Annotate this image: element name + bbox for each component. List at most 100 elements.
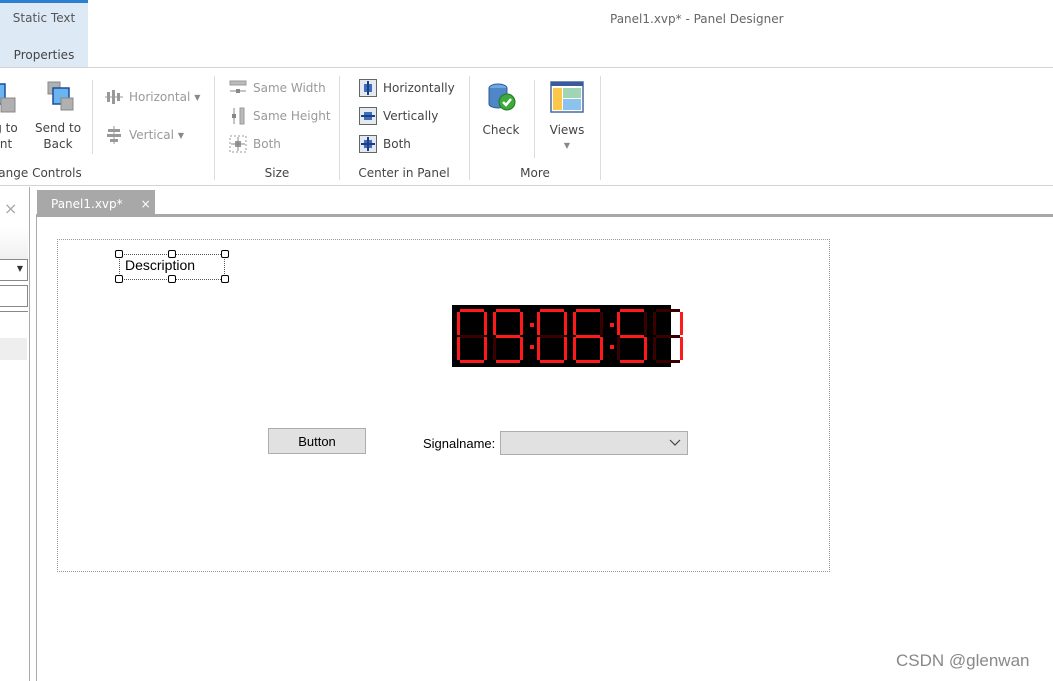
resize-handle[interactable]: [115, 250, 123, 258]
vertical-label: Vertical: [129, 128, 174, 142]
property-row-selected[interactable]: [0, 338, 27, 360]
segment-b: [644, 312, 647, 335]
resize-handle[interactable]: [168, 250, 176, 258]
center-horizontally-icon: [359, 79, 377, 97]
segment-d: [496, 360, 520, 363]
segment-f: [617, 312, 620, 335]
chevron-down-icon: [669, 439, 681, 446]
center-vertically-button[interactable]: Vertically: [359, 107, 438, 125]
segment-a: [656, 309, 680, 312]
group-label-size: Size: [264, 166, 290, 180]
object-selector-dropdown[interactable]: ▼: [0, 259, 28, 281]
segment-g: [496, 335, 520, 338]
segment-f: [493, 312, 496, 335]
chevron-down-icon: ▼: [16, 264, 23, 273]
segment-f: [537, 312, 540, 335]
resize-handle[interactable]: [168, 275, 176, 283]
same-size-both-button[interactable]: Both: [229, 135, 281, 153]
canvas-border: [36, 217, 37, 681]
segment-d: [540, 360, 564, 363]
check-label: Check: [482, 123, 520, 137]
send-to-back-button[interactable]: Send to Back: [33, 80, 83, 152]
segment-b: [600, 312, 603, 335]
separator: [469, 76, 470, 180]
segment-e: [457, 337, 460, 360]
center-both-button[interactable]: Both: [359, 135, 411, 153]
bring-to-front-button[interactable]: g to nt: [0, 80, 26, 152]
resize-handle[interactable]: [115, 275, 123, 283]
segment-f: [653, 312, 656, 335]
segment-g: [460, 335, 484, 338]
segment-f: [573, 312, 576, 335]
same-width-label: Same Width: [253, 81, 326, 95]
group-label-more: More: [520, 166, 550, 180]
watermark: CSDN @glenwan: [896, 651, 1030, 670]
segment-g: [576, 335, 600, 338]
colon-dot: [530, 323, 534, 327]
ribbon: g to nt Send to Back Horizontal▼ Vertica…: [0, 67, 1053, 186]
align-horizontal-dropdown[interactable]: Horizontal ▼: [105, 88, 200, 106]
close-icon[interactable]: ×: [4, 199, 17, 218]
resize-handle[interactable]: [221, 250, 229, 258]
check-button[interactable]: Check: [478, 80, 524, 138]
signalname-label: Signalname:: [423, 436, 496, 451]
views-button[interactable]: Views ▼: [544, 80, 590, 154]
group-label-arrange: ange Controls: [0, 166, 82, 180]
same-width-button[interactable]: Same Width: [229, 79, 326, 97]
segment-c: [484, 337, 487, 360]
segment-f: [457, 312, 460, 335]
context-tab-static-text[interactable]: Static Text Properties: [0, 0, 88, 68]
align-vertical-icon: [107, 126, 121, 144]
align-vertical-dropdown[interactable]: Vertical ▼: [105, 126, 184, 144]
check-icon: [488, 83, 516, 111]
segment-g: [620, 335, 644, 338]
segment-g: [656, 335, 680, 338]
group-label-center: Center in Panel: [358, 166, 450, 180]
segment-a: [620, 309, 644, 312]
segment-d: [620, 360, 644, 363]
segment-d: [576, 360, 600, 363]
chevron-down-icon: ▼: [194, 92, 201, 102]
tab-panel1[interactable]: Panel1.xvp* ×: [37, 190, 155, 217]
context-tab-label: Static Text: [12, 11, 76, 25]
panel-button[interactable]: Button: [268, 428, 366, 454]
segment-c: [564, 337, 567, 360]
segment-d: [656, 360, 680, 363]
chevron-down-icon: ▼: [563, 141, 571, 150]
segment-e: [493, 337, 496, 360]
segment-a: [460, 309, 484, 312]
horizontal-label: Horizontal: [129, 90, 191, 104]
center-horizontally-label: Horizontally: [383, 81, 455, 95]
resize-handle[interactable]: [221, 275, 229, 283]
segment-b: [680, 312, 683, 335]
views-icon: [550, 81, 584, 113]
colon-dot: [530, 345, 534, 349]
same-size-icon: [229, 135, 247, 153]
tab-properties[interactable]: Properties: [0, 48, 88, 62]
segment-b: [484, 312, 487, 335]
segment-e: [653, 337, 656, 360]
segment-e: [617, 337, 620, 360]
same-height-button[interactable]: Same Height: [229, 107, 331, 125]
colon-dot: [610, 323, 614, 327]
signalname-combobox[interactable]: [500, 431, 688, 455]
window-title: Panel1.xvp* - Panel Designer: [610, 12, 784, 26]
close-tab-icon[interactable]: ×: [141, 197, 151, 211]
send-back-line1: Send to: [34, 121, 82, 135]
seven-segment-clock[interactable]: [452, 305, 683, 367]
segment-e: [537, 337, 540, 360]
segment-d: [460, 360, 484, 363]
tab-label: Panel1.xvp*: [51, 196, 123, 211]
separator: [600, 76, 601, 180]
design-panel[interactable]: [57, 239, 830, 572]
separator: [534, 80, 535, 158]
panel-header: [0, 227, 28, 259]
same-width-icon: [229, 80, 247, 93]
send-back-line2: Back: [43, 137, 73, 151]
colon-dot: [610, 345, 614, 349]
property-search-input[interactable]: [0, 285, 28, 307]
segment-a: [576, 309, 600, 312]
center-vertically-icon: [359, 107, 377, 125]
segment-g: [540, 335, 564, 338]
center-horizontally-button[interactable]: Horizontally: [359, 79, 455, 97]
